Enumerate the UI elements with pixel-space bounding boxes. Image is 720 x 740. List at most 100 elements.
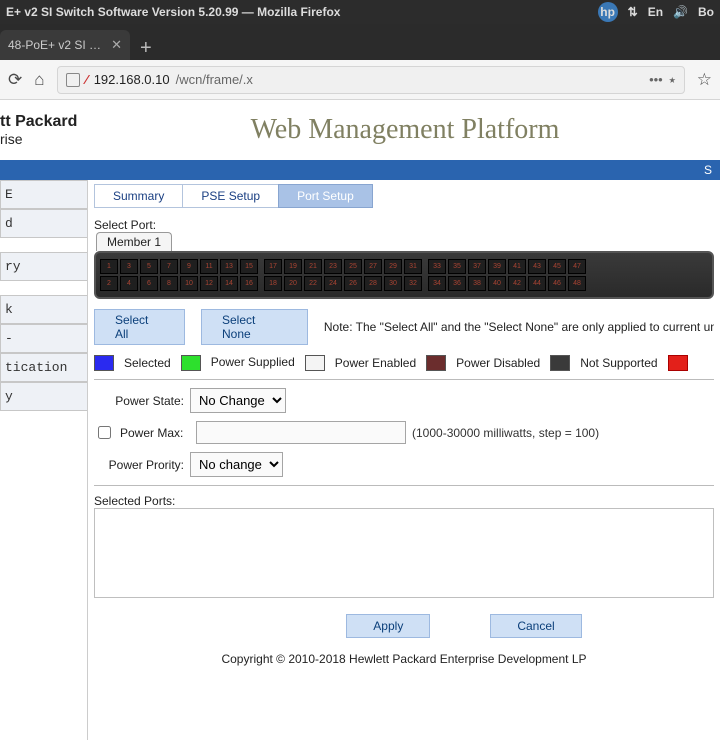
port-12[interactable]: 12: [200, 276, 218, 291]
port-40[interactable]: 40: [488, 276, 506, 291]
hp-icon: hp: [598, 2, 618, 22]
browser-tabbar: 48-PoE+ v2 SI Sw ✕ +: [0, 24, 720, 60]
port-34[interactable]: 34: [428, 276, 446, 291]
sidebar: E d ry k - tication y: [0, 180, 88, 740]
port-14[interactable]: 14: [220, 276, 238, 291]
port-13[interactable]: 13: [220, 259, 238, 274]
port-29[interactable]: 29: [384, 259, 402, 274]
select-port-section: Select Port: Member 1 123456789101112131…: [94, 218, 714, 299]
close-icon[interactable]: ✕: [111, 37, 122, 53]
sidebar-item[interactable]: k: [0, 295, 87, 324]
select-none-button[interactable]: Select None: [201, 309, 308, 345]
port-26[interactable]: 26: [344, 276, 362, 291]
home-icon[interactable]: ⌂: [34, 70, 44, 90]
port-11[interactable]: 11: [200, 259, 218, 274]
window-title: E+ v2 SI Switch Software Version 5.20.99…: [6, 5, 598, 19]
port-6[interactable]: 6: [140, 276, 158, 291]
sidebar-item[interactable]: -: [0, 324, 87, 353]
tab-port-setup[interactable]: Port Setup: [278, 184, 373, 208]
legend-swatch-disabled: [426, 355, 446, 371]
power-priority-select[interactable]: No change: [190, 452, 283, 477]
legend-swatch-supplied: [181, 355, 201, 371]
select-buttons-row: Select All Select None Note: The "Select…: [94, 309, 714, 345]
sidebar-item[interactable]: ry: [0, 252, 87, 281]
port-28[interactable]: 28: [364, 276, 382, 291]
sidebar-item[interactable]: y: [0, 382, 87, 411]
url-more-icon[interactable]: •••: [649, 72, 663, 87]
port-44[interactable]: 44: [528, 276, 546, 291]
port-3[interactable]: 3: [120, 259, 138, 274]
port-7[interactable]: 7: [160, 259, 178, 274]
port-47[interactable]: 47: [568, 259, 586, 274]
url-save-icon[interactable]: ⭑: [669, 72, 676, 88]
legend-swatch-enabled: [305, 355, 325, 371]
row-power-priority: Power Prority: No change: [94, 452, 714, 477]
port-8[interactable]: 8: [160, 276, 178, 291]
cancel-button[interactable]: Cancel: [490, 614, 581, 638]
reload-icon[interactable]: ⟳: [8, 70, 22, 90]
port-2[interactable]: 2: [100, 276, 118, 291]
blue-nav-bar: S: [0, 160, 720, 180]
port-32[interactable]: 32: [404, 276, 422, 291]
shield-icon: [66, 73, 80, 87]
url-bar[interactable]: ⁄ 192.168.0.10/wcn/frame/.x ••• ⭑: [57, 66, 685, 94]
volume-icon[interactable]: 🔊: [673, 5, 688, 19]
port-1[interactable]: 1: [100, 259, 118, 274]
port-15[interactable]: 15: [240, 259, 258, 274]
port-38[interactable]: 38: [468, 276, 486, 291]
port-10[interactable]: 10: [180, 276, 198, 291]
updown-icon: ⇅: [628, 5, 638, 19]
new-tab-button[interactable]: +: [130, 37, 162, 60]
port-17[interactable]: 17: [264, 259, 282, 274]
port-46[interactable]: 46: [548, 276, 566, 291]
tab-pse-setup[interactable]: PSE Setup: [182, 184, 279, 208]
port-45[interactable]: 45: [548, 259, 566, 274]
port-37[interactable]: 37: [468, 259, 486, 274]
url-path: /wcn/frame/.x: [176, 72, 253, 87]
port-22[interactable]: 22: [304, 276, 322, 291]
selected-ports-area: Selected Ports:: [94, 494, 714, 598]
port-33[interactable]: 33: [428, 259, 446, 274]
port-16[interactable]: 16: [240, 276, 258, 291]
sidebar-item[interactable]: tication: [0, 353, 87, 382]
divider: [94, 379, 714, 380]
port-19[interactable]: 19: [284, 259, 302, 274]
select-all-button[interactable]: Select All: [94, 309, 185, 345]
port-39[interactable]: 39: [488, 259, 506, 274]
port-27[interactable]: 27: [364, 259, 382, 274]
footer-copyright: Copyright © 2010-2018 Hewlett Packard En…: [88, 652, 720, 666]
power-state-select[interactable]: No Change: [190, 388, 286, 413]
apply-button[interactable]: Apply: [346, 614, 430, 638]
legend-power-enabled: Power Enabled: [335, 356, 416, 370]
port-20[interactable]: 20: [284, 276, 302, 291]
legend-selected: Selected: [124, 356, 171, 370]
port-31[interactable]: 31: [404, 259, 422, 274]
port-48[interactable]: 48: [568, 276, 586, 291]
port-4[interactable]: 4: [120, 276, 138, 291]
bluebar-right[interactable]: S: [704, 163, 712, 177]
member-tab[interactable]: Member 1: [96, 232, 172, 251]
power-max-hint: (1000-30000 milliwatts, step = 100): [412, 426, 599, 440]
browser-tab[interactable]: 48-PoE+ v2 SI Sw ✕: [0, 30, 130, 60]
sidebar-item[interactable]: d: [0, 209, 87, 238]
port-25[interactable]: 25: [344, 259, 362, 274]
port-24[interactable]: 24: [324, 276, 342, 291]
tab-summary[interactable]: Summary: [94, 184, 183, 208]
port-41[interactable]: 41: [508, 259, 526, 274]
bookmark-icon[interactable]: ☆: [697, 70, 712, 90]
port-30[interactable]: 30: [384, 276, 402, 291]
switch-port-panel: 1234567891011121314151617181920212223242…: [94, 251, 714, 299]
lang-indicator[interactable]: En: [648, 5, 663, 19]
port-43[interactable]: 43: [528, 259, 546, 274]
power-max-input[interactable]: [196, 421, 406, 444]
sidebar-item[interactable]: E: [0, 180, 87, 209]
port-23[interactable]: 23: [324, 259, 342, 274]
port-18[interactable]: 18: [264, 276, 282, 291]
port-36[interactable]: 36: [448, 276, 466, 291]
port-35[interactable]: 35: [448, 259, 466, 274]
port-42[interactable]: 42: [508, 276, 526, 291]
power-max-checkbox[interactable]: [98, 426, 111, 439]
port-5[interactable]: 5: [140, 259, 158, 274]
port-9[interactable]: 9: [180, 259, 198, 274]
port-21[interactable]: 21: [304, 259, 322, 274]
